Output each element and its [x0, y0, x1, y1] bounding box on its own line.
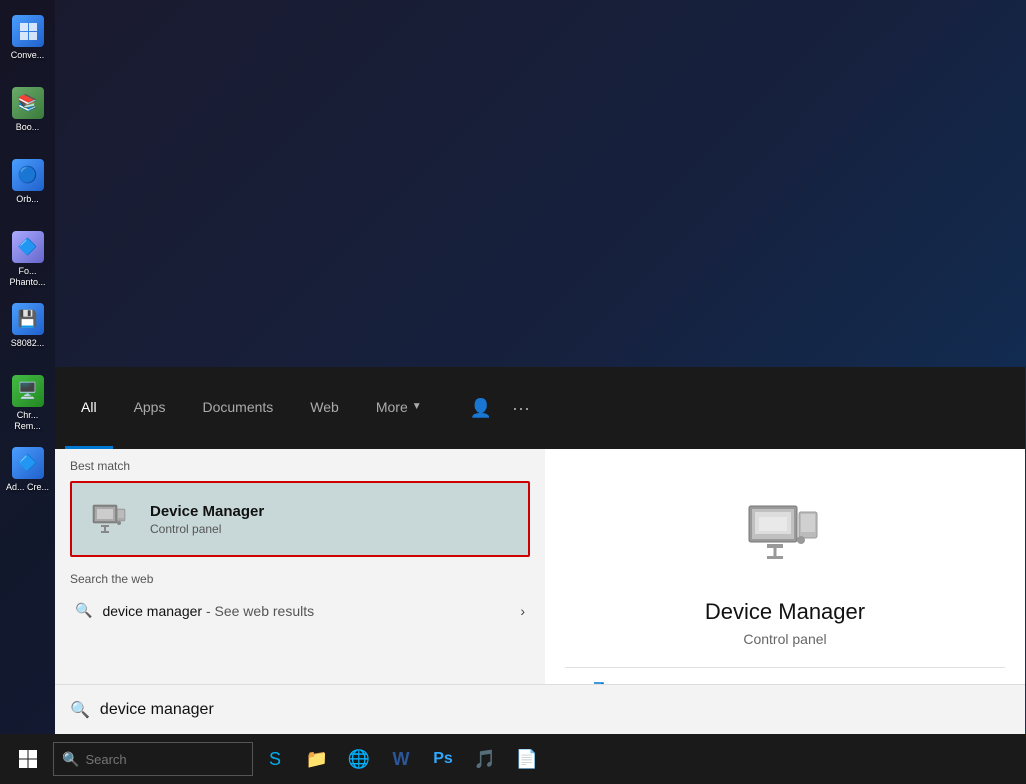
- right-panel-app-name: Device Manager: [705, 599, 865, 625]
- desktop-icon-img-5: 💾: [12, 303, 44, 335]
- desktop-icon-img-1: [12, 15, 44, 47]
- taskbar-itunes-icon[interactable]: 🎵: [465, 736, 505, 782]
- desktop-icon-6[interactable]: 🖥️ Chr... Rem...: [4, 370, 52, 440]
- search-overlay: All Apps Documents Web More ▼ 👤 ···: [55, 367, 1025, 734]
- web-search-arrow-icon: ›: [520, 603, 525, 619]
- taskbar-word-icon[interactable]: W: [381, 736, 421, 782]
- taskbar-search-input[interactable]: [85, 752, 225, 767]
- taskbar: 🔍 S 📁 🌐 W Ps 🎵 📄: [0, 734, 1026, 784]
- desktop-icon-label-4: Fo... Phanto...: [5, 266, 51, 288]
- tab-documents[interactable]: Documents: [186, 367, 289, 449]
- search-tabs-bar: All Apps Documents Web More ▼ 👤 ···: [55, 367, 545, 449]
- desktop-icon-5[interactable]: 💾 S8082...: [4, 298, 52, 368]
- desktop-icon-7[interactable]: 🔷 Ad... Cre...: [4, 442, 52, 512]
- tab-apps[interactable]: Apps: [118, 367, 182, 449]
- web-search-item[interactable]: 🔍 device manager - See web results ›: [70, 594, 530, 627]
- desktop-icon-img-6: 🖥️: [12, 375, 44, 407]
- more-arrow-icon: ▼: [412, 401, 422, 412]
- app-large-icon: [740, 489, 830, 579]
- desktop-icon-3[interactable]: 🔵 Orb...: [4, 154, 52, 224]
- desktop-icon-label-2: Boo...: [16, 122, 40, 133]
- web-search-query: device manager: [102, 603, 202, 619]
- search-panel-left: All Apps Documents Web More ▼ 👤 ···: [55, 367, 545, 734]
- desktop-icon-label-7: Ad... Cre...: [6, 482, 49, 493]
- desktop-icon-1[interactable]: Conve...: [4, 10, 52, 80]
- tab-more[interactable]: More ▼: [360, 367, 438, 449]
- taskbar-docs-icon[interactable]: 📄: [507, 736, 547, 782]
- desktop-icon-label-3: Orb...: [16, 194, 39, 205]
- best-match-label: Best match: [70, 459, 530, 473]
- taskbar-chrome-icon[interactable]: 🌐: [339, 736, 379, 782]
- desktop-icon-img-4: 🔷: [12, 231, 44, 263]
- best-match-subtitle: Control panel: [150, 522, 513, 536]
- desktop-icon-img-2: 📚: [12, 87, 44, 119]
- taskbar-explorer-icon[interactable]: 📁: [297, 736, 337, 782]
- taskbar-skype-icon[interactable]: S: [255, 736, 295, 782]
- right-panel-app-type: Control panel: [743, 631, 826, 647]
- ellipsis-icon[interactable]: ···: [507, 393, 535, 424]
- tab-all[interactable]: All: [65, 367, 113, 449]
- desktop-icons-column: Conve... 📚 Boo... 🔵 Orb... 🔷 Fo... Phant…: [0, 0, 55, 734]
- desktop-icon-img-7: 🔷: [12, 447, 44, 479]
- tab-web[interactable]: Web: [294, 367, 355, 449]
- desktop-icon-4[interactable]: 🔷 Fo... Phanto...: [4, 226, 52, 296]
- desktop-icon-2[interactable]: 📚 Boo...: [4, 82, 52, 152]
- desktop-icon-label-5: S8082...: [11, 338, 45, 349]
- best-match-icon: [87, 495, 135, 543]
- search-bar-bottom: 🔍: [55, 684, 1025, 734]
- desktop: Conve... 📚 Boo... 🔵 Orb... 🔷 Fo... Phant…: [0, 0, 1026, 784]
- search-bar-input[interactable]: [100, 701, 1010, 719]
- search-web-label: Search the web: [70, 572, 530, 586]
- search-web-section: Search the web 🔍 device manager - See we…: [55, 562, 545, 637]
- taskbar-photoshop-icon[interactable]: Ps: [423, 736, 463, 782]
- desktop-icon-img-3: 🔵: [12, 159, 44, 191]
- best-match-title: Device Manager: [150, 503, 513, 520]
- start-button[interactable]: [5, 736, 51, 782]
- best-match-section: Best match: [55, 449, 545, 562]
- web-search-text: device manager - See web results: [102, 603, 510, 619]
- search-right-topbar: [545, 367, 1025, 449]
- search-web-icon: 🔍: [75, 602, 92, 619]
- taskbar-search-box[interactable]: 🔍: [53, 742, 253, 776]
- best-match-info: Device Manager Control panel: [150, 503, 513, 536]
- user-icon[interactable]: 👤: [465, 393, 497, 424]
- desktop-icon-label-6: Chr... Rem...: [5, 410, 51, 432]
- search-bar-icon: 🔍: [70, 700, 90, 720]
- windows-logo-icon: [18, 749, 38, 769]
- device-manager-large-icon: [745, 494, 825, 574]
- web-search-suffix: - See web results: [202, 603, 314, 619]
- device-manager-small-icon: [91, 499, 131, 539]
- search-panel-right: Device Manager Control panel: [545, 367, 1025, 734]
- best-match-item[interactable]: Device Manager Control panel: [70, 481, 530, 557]
- search-tabs-right-icons: 👤 ···: [465, 393, 535, 424]
- desktop-icon-label-1: Conve...: [11, 50, 45, 61]
- taskbar-search-icon: 🔍: [62, 751, 79, 768]
